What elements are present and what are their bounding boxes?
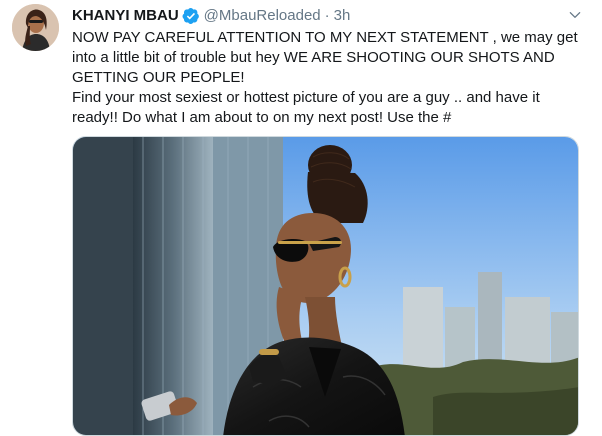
tweet[interactable]: KHANYI MBAU @MbauReloaded · 3h NOW PAY C… — [0, 0, 602, 436]
author-handle[interactable]: @MbauReloaded — [204, 6, 321, 26]
author-name[interactable]: KHANYI MBAU — [72, 6, 179, 26]
timestamp[interactable]: 3h — [334, 6, 351, 26]
tweet-text: NOW PAY CAREFUL ATTENTION TO MY NEXT STA… — [72, 28, 587, 128]
chevron-down-icon[interactable] — [566, 6, 584, 24]
photo-image — [73, 137, 578, 435]
verified-badge-icon — [182, 7, 200, 25]
avatar-image — [12, 4, 59, 51]
tweet-paragraph: NOW PAY CAREFUL ATTENTION TO MY NEXT STA… — [72, 29, 578, 86]
avatar[interactable] — [12, 4, 59, 51]
separator: · — [324, 7, 330, 24]
tweet-paragraph: Find your most sexiest or hottest pictur… — [72, 89, 540, 126]
tweet-header: KHANYI MBAU @MbauReloaded · 3h — [72, 5, 350, 27]
tweet-photo[interactable] — [72, 136, 579, 436]
